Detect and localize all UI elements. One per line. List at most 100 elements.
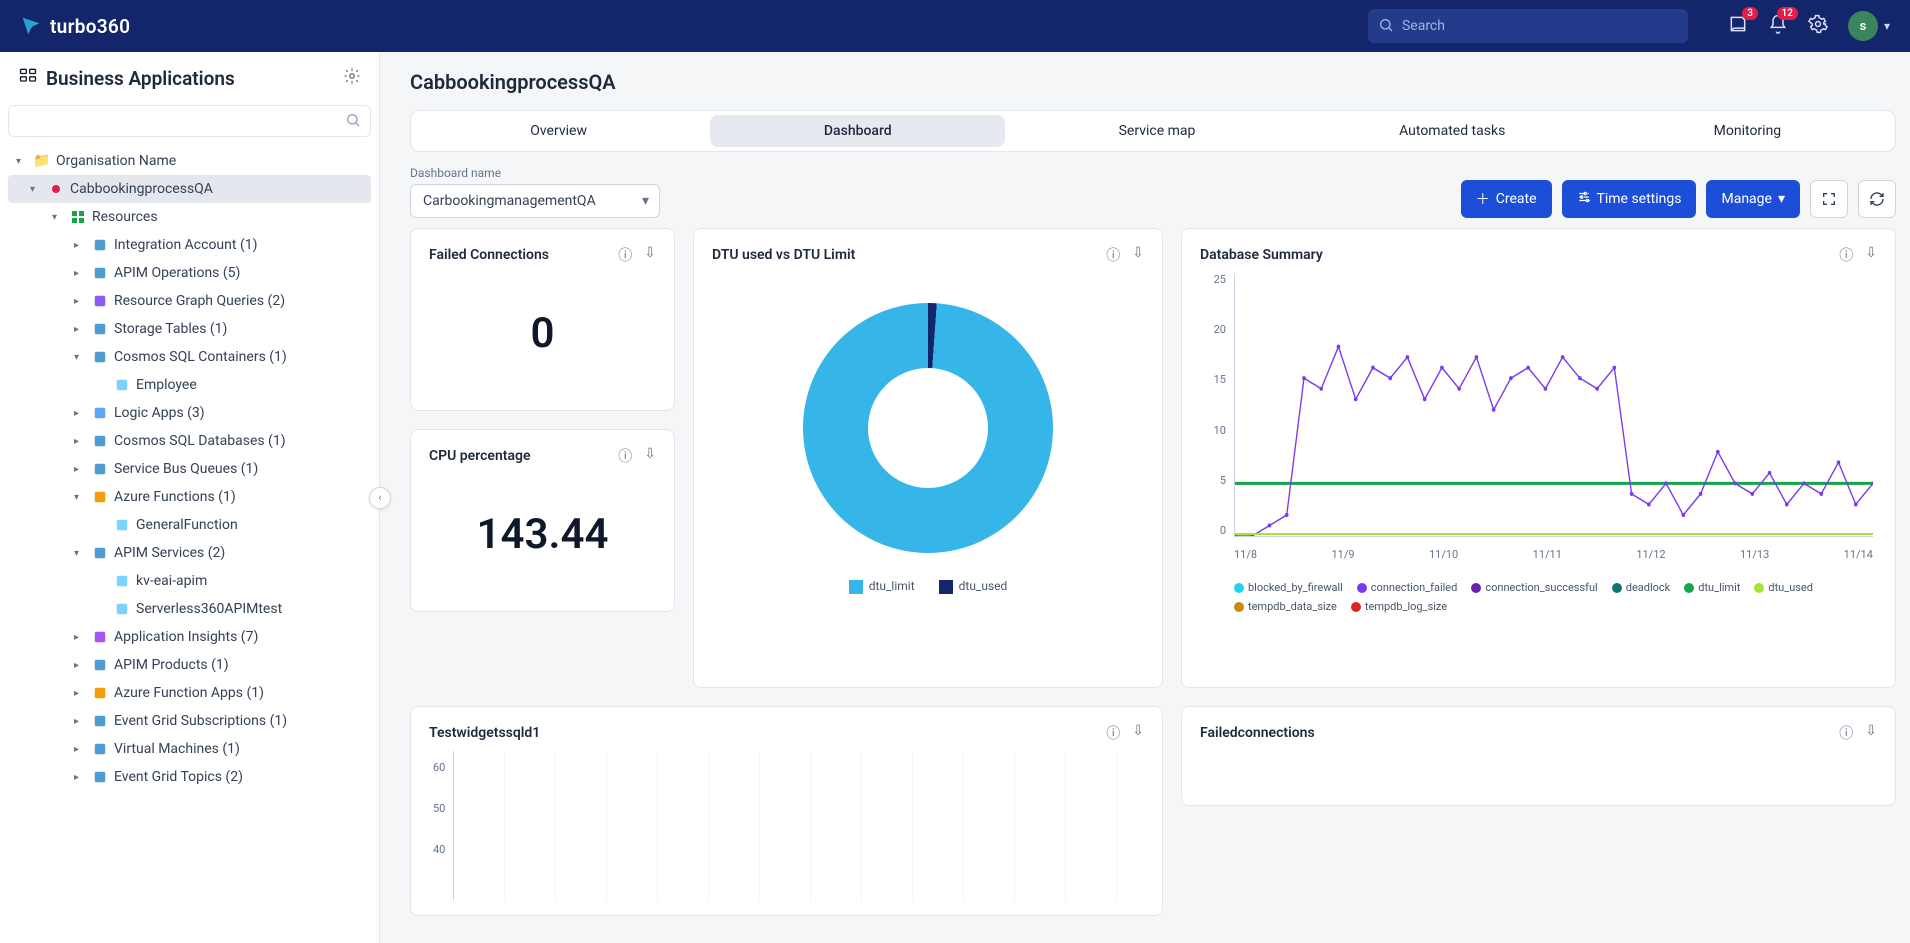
global-search <box>1368 9 1688 43</box>
refresh-button[interactable] <box>1858 180 1896 218</box>
legend-item: tempdb_data_size <box>1234 600 1337 613</box>
widget-testwidgetssqld1: Testwidgetssqld1 ⓘ ⇩ 605040 <box>410 706 1163 916</box>
tree-item[interactable]: ▸Virtual Machines (1) <box>8 735 371 763</box>
tab-overview[interactable]: Overview <box>411 111 706 151</box>
sliders-icon <box>1577 190 1591 208</box>
search-icon <box>345 112 361 132</box>
page-title: CabbookingprocessQA <box>380 52 1910 102</box>
folder-icon: 📁 <box>34 153 50 169</box>
sidebar-search-input[interactable] <box>8 105 371 137</box>
time-settings-button[interactable]: Time settings <box>1562 180 1697 218</box>
resource-icon <box>92 741 108 757</box>
download-icon[interactable]: ⇩ <box>1132 723 1144 743</box>
sidebar-collapse-handle[interactable]: ‹ <box>369 487 391 509</box>
plus-icon: ＋ <box>1476 189 1490 209</box>
info-icon[interactable]: ⓘ <box>618 245 632 265</box>
tree-item[interactable]: ▸Event Grid Topics (2) <box>8 763 371 791</box>
widget-title: Failedconnections <box>1200 725 1315 741</box>
tree-item[interactable]: Employee <box>8 371 371 399</box>
apps-icon <box>18 66 38 91</box>
tree-item[interactable]: ▸Logic Apps (3) <box>8 399 371 427</box>
tab-dashboard[interactable]: Dashboard <box>710 115 1005 147</box>
tabs: OverviewDashboardService mapAutomated ta… <box>410 110 1896 152</box>
sidebar-title: Business Applications <box>46 67 235 90</box>
legend-item: dtu_limit <box>869 579 915 593</box>
tree-item[interactable]: ▾APIM Services (2) <box>8 539 371 567</box>
tree-item[interactable]: kv-eai-apim <box>8 567 371 595</box>
tree-item[interactable]: ▸APIM Operations (5) <box>8 259 371 287</box>
donut-chart <box>803 303 1053 553</box>
info-icon[interactable]: ⓘ <box>1106 245 1120 265</box>
legend-item: connection_successful <box>1471 581 1597 594</box>
tab-automated-tasks[interactable]: Automated tasks <box>1305 111 1600 151</box>
brand: turbo360 <box>20 15 130 38</box>
tree-item[interactable]: ▾Cosmos SQL Containers (1) <box>8 343 371 371</box>
tree-item[interactable]: ▾Azure Functions (1) <box>8 483 371 511</box>
gear-icon[interactable] <box>1808 14 1828 38</box>
widget-cpu-percentage: CPU percentage ⓘ ⇩ 143.44 <box>410 429 675 612</box>
manage-button[interactable]: Manage ▾ <box>1706 180 1800 218</box>
tree-item[interactable]: ▸Cosmos SQL Databases (1) <box>8 427 371 455</box>
avatar: s <box>1848 11 1878 41</box>
info-icon[interactable]: ⓘ <box>618 446 632 466</box>
alerts-badge: 3 <box>1742 7 1758 20</box>
resource-icon <box>92 349 108 365</box>
resource-icon <box>92 545 108 561</box>
legend-item: deadlock <box>1612 581 1671 594</box>
tree-item[interactable]: ▸Storage Tables (1) <box>8 315 371 343</box>
download-icon[interactable]: ⇩ <box>1865 245 1877 265</box>
download-icon[interactable]: ⇩ <box>644 245 656 265</box>
download-icon[interactable]: ⇩ <box>1865 723 1877 743</box>
resource-icon <box>114 377 130 393</box>
tree-item[interactable]: GeneralFunction <box>8 511 371 539</box>
resource-icon <box>92 657 108 673</box>
tree-item[interactable]: ▸Service Bus Queues (1) <box>8 455 371 483</box>
info-icon[interactable]: ⓘ <box>1839 245 1853 265</box>
legend-item: blocked_by_firewall <box>1234 581 1343 594</box>
resource-icon <box>114 601 130 617</box>
create-button[interactable]: ＋ Create <box>1461 180 1552 218</box>
download-icon[interactable]: ⇩ <box>1132 245 1144 265</box>
search-icon <box>1378 17 1394 37</box>
widget-database-summary: Database Summary ⓘ ⇩ 2520151050 11/811/9… <box>1181 228 1896 688</box>
tree-item[interactable]: ▸Integration Account (1) <box>8 231 371 259</box>
resource-icon <box>92 293 108 309</box>
resource-icon <box>92 713 108 729</box>
bell-icon[interactable]: 12 <box>1768 14 1788 38</box>
resource-icon <box>92 433 108 449</box>
tree-item[interactable]: ▸Application Insights (7) <box>8 623 371 651</box>
cpu-value: 143.44 <box>429 474 656 595</box>
tree-resources[interactable]: ▾Resources <box>8 203 371 231</box>
sidebar: Business Applications ▾📁Organisation Nam… <box>0 52 380 943</box>
grid-icon <box>70 209 86 225</box>
status-dot-icon <box>48 181 64 197</box>
failed-connections-value: 0 <box>429 273 656 394</box>
resource-icon <box>92 629 108 645</box>
tab-service-map[interactable]: Service map <box>1009 111 1304 151</box>
dropdown-label: Dashboard name <box>410 166 660 180</box>
dashboard-select[interactable]: CarbookingmanagementQA <box>410 184 660 218</box>
tree-item[interactable]: ▸Azure Function Apps (1) <box>8 679 371 707</box>
widget-dtu: DTU used vs DTU Limit ⓘ ⇩ dtu_limit dtu_… <box>693 228 1163 688</box>
tree-item[interactable]: Serverless360APIMtest <box>8 595 371 623</box>
timeseries-plot <box>1234 273 1873 537</box>
resource-icon <box>92 461 108 477</box>
tree-item[interactable]: ▸Resource Graph Queries (2) <box>8 287 371 315</box>
search-input[interactable] <box>1368 9 1688 43</box>
legend-item: dtu_used <box>1754 581 1813 594</box>
user-menu[interactable]: s ▾ <box>1848 11 1890 41</box>
tree-item[interactable]: ▸APIM Products (1) <box>8 651 371 679</box>
widget-title: Testwidgetssqld1 <box>429 725 540 741</box>
alerts-icon[interactable]: 3 <box>1728 14 1748 38</box>
widget-title: DTU used vs DTU Limit <box>712 247 855 263</box>
info-icon[interactable]: ⓘ <box>1839 723 1853 743</box>
widget-failed-connections: Failed Connections ⓘ ⇩ 0 <box>410 228 675 411</box>
fullscreen-button[interactable] <box>1810 180 1848 218</box>
tab-monitoring[interactable]: Monitoring <box>1600 111 1895 151</box>
info-icon[interactable]: ⓘ <box>1106 723 1120 743</box>
tree-app[interactable]: ▾CabbookingprocessQA <box>8 175 371 203</box>
tree-org[interactable]: ▾📁Organisation Name <box>8 147 371 175</box>
tree-item[interactable]: ▸Event Grid Subscriptions (1) <box>8 707 371 735</box>
download-icon[interactable]: ⇩ <box>644 446 656 466</box>
sidebar-settings-icon[interactable] <box>343 67 361 90</box>
